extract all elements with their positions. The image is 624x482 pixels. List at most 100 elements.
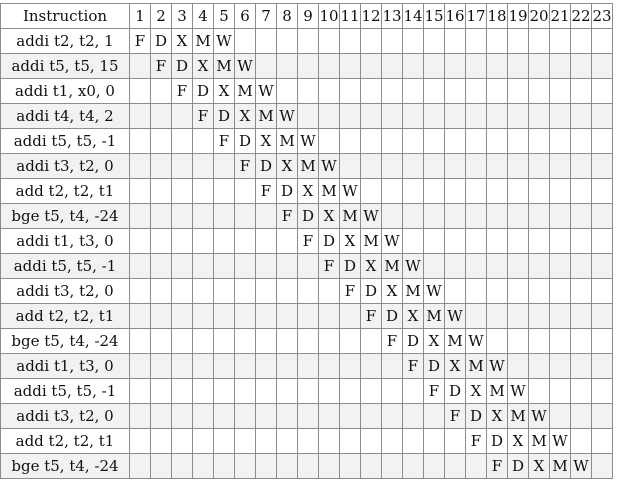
empty-cell xyxy=(570,78,592,104)
instruction-column-header: Instruction xyxy=(0,3,130,29)
stage-cell: X xyxy=(444,353,466,379)
stage-cell: W xyxy=(360,203,382,229)
stage-cell: W xyxy=(444,303,466,329)
empty-cell xyxy=(381,178,403,204)
empty-cell xyxy=(528,353,550,379)
empty-cell xyxy=(591,428,613,454)
empty-cell xyxy=(129,428,151,454)
empty-cell xyxy=(276,53,298,79)
stage-cell: W xyxy=(318,153,340,179)
stage-cell: D xyxy=(297,203,319,229)
empty-cell xyxy=(549,128,571,154)
stage-cell: D xyxy=(465,403,487,429)
empty-cell xyxy=(255,453,277,479)
empty-cell xyxy=(528,28,550,54)
empty-cell xyxy=(192,153,214,179)
empty-cell xyxy=(129,103,151,129)
empty-cell xyxy=(297,78,319,104)
instruction-cell: addi t5, t5, -1 xyxy=(0,378,130,404)
empty-cell xyxy=(360,28,382,54)
empty-cell xyxy=(129,278,151,304)
empty-cell xyxy=(528,203,550,229)
empty-cell xyxy=(507,228,529,254)
empty-cell xyxy=(444,103,466,129)
empty-cell xyxy=(402,178,424,204)
empty-cell xyxy=(465,253,487,279)
empty-cell xyxy=(150,453,172,479)
empty-cell xyxy=(528,228,550,254)
empty-cell xyxy=(192,403,214,429)
empty-cell xyxy=(297,378,319,404)
stage-cell: W xyxy=(276,103,298,129)
cycle-header-5: 5 xyxy=(213,3,235,29)
cycle-header-11: 11 xyxy=(339,3,361,29)
empty-cell xyxy=(129,178,151,204)
stage-cell: D xyxy=(150,28,172,54)
empty-cell xyxy=(507,128,529,154)
empty-cell xyxy=(549,153,571,179)
stage-cell: D xyxy=(213,103,235,129)
stage-cell: W xyxy=(465,328,487,354)
empty-cell xyxy=(297,253,319,279)
cycle-header-6: 6 xyxy=(234,3,256,29)
empty-cell xyxy=(318,78,340,104)
cycle-header-8: 8 xyxy=(276,3,298,29)
stage-cell: F xyxy=(339,278,361,304)
cycle-header-20: 20 xyxy=(528,3,550,29)
stage-cell: F xyxy=(465,428,487,454)
empty-cell xyxy=(423,53,445,79)
empty-cell xyxy=(360,403,382,429)
empty-cell xyxy=(192,253,214,279)
empty-cell xyxy=(465,303,487,329)
empty-cell xyxy=(507,203,529,229)
empty-cell xyxy=(234,203,256,229)
instruction-cell: addi t3, t2, 0 xyxy=(0,153,130,179)
stage-cell: W xyxy=(339,178,361,204)
stage-cell: M xyxy=(297,153,319,179)
empty-cell xyxy=(339,328,361,354)
empty-cell xyxy=(528,303,550,329)
empty-cell xyxy=(192,303,214,329)
empty-cell xyxy=(171,253,193,279)
empty-cell xyxy=(507,153,529,179)
empty-cell xyxy=(318,453,340,479)
empty-cell xyxy=(528,328,550,354)
empty-cell xyxy=(402,403,424,429)
stage-cell: D xyxy=(444,378,466,404)
stage-cell: F xyxy=(486,453,508,479)
stage-cell: W xyxy=(297,128,319,154)
pipeline-body: addi t2, t2, 1 F D X M Waddi t5, t5, 15 F D X M Wa… xyxy=(0,28,613,479)
empty-cell xyxy=(381,153,403,179)
empty-cell xyxy=(318,353,340,379)
empty-cell xyxy=(129,153,151,179)
stage-cell: D xyxy=(360,278,382,304)
empty-cell xyxy=(486,128,508,154)
stage-cell: M xyxy=(423,303,445,329)
empty-cell xyxy=(318,428,340,454)
empty-cell xyxy=(528,78,550,104)
empty-cell xyxy=(465,153,487,179)
empty-cell xyxy=(171,428,193,454)
empty-cell xyxy=(528,128,550,154)
empty-cell xyxy=(129,378,151,404)
empty-cell xyxy=(549,378,571,404)
empty-cell xyxy=(486,228,508,254)
stage-cell: X xyxy=(318,203,340,229)
stage-cell: X xyxy=(381,278,403,304)
stage-cell: X xyxy=(339,228,361,254)
empty-cell xyxy=(150,278,172,304)
empty-cell xyxy=(507,278,529,304)
empty-cell xyxy=(318,53,340,79)
empty-cell xyxy=(381,203,403,229)
empty-cell xyxy=(507,78,529,104)
empty-cell xyxy=(507,103,529,129)
table-row: addi t3, t2, 0 FDXMW xyxy=(0,278,613,304)
empty-cell xyxy=(591,253,613,279)
empty-cell xyxy=(213,403,235,429)
empty-cell xyxy=(192,128,214,154)
stage-cell: F xyxy=(444,403,466,429)
empty-cell xyxy=(213,428,235,454)
stage-cell: X xyxy=(507,428,529,454)
empty-cell xyxy=(276,253,298,279)
stage-cell: M xyxy=(402,278,424,304)
